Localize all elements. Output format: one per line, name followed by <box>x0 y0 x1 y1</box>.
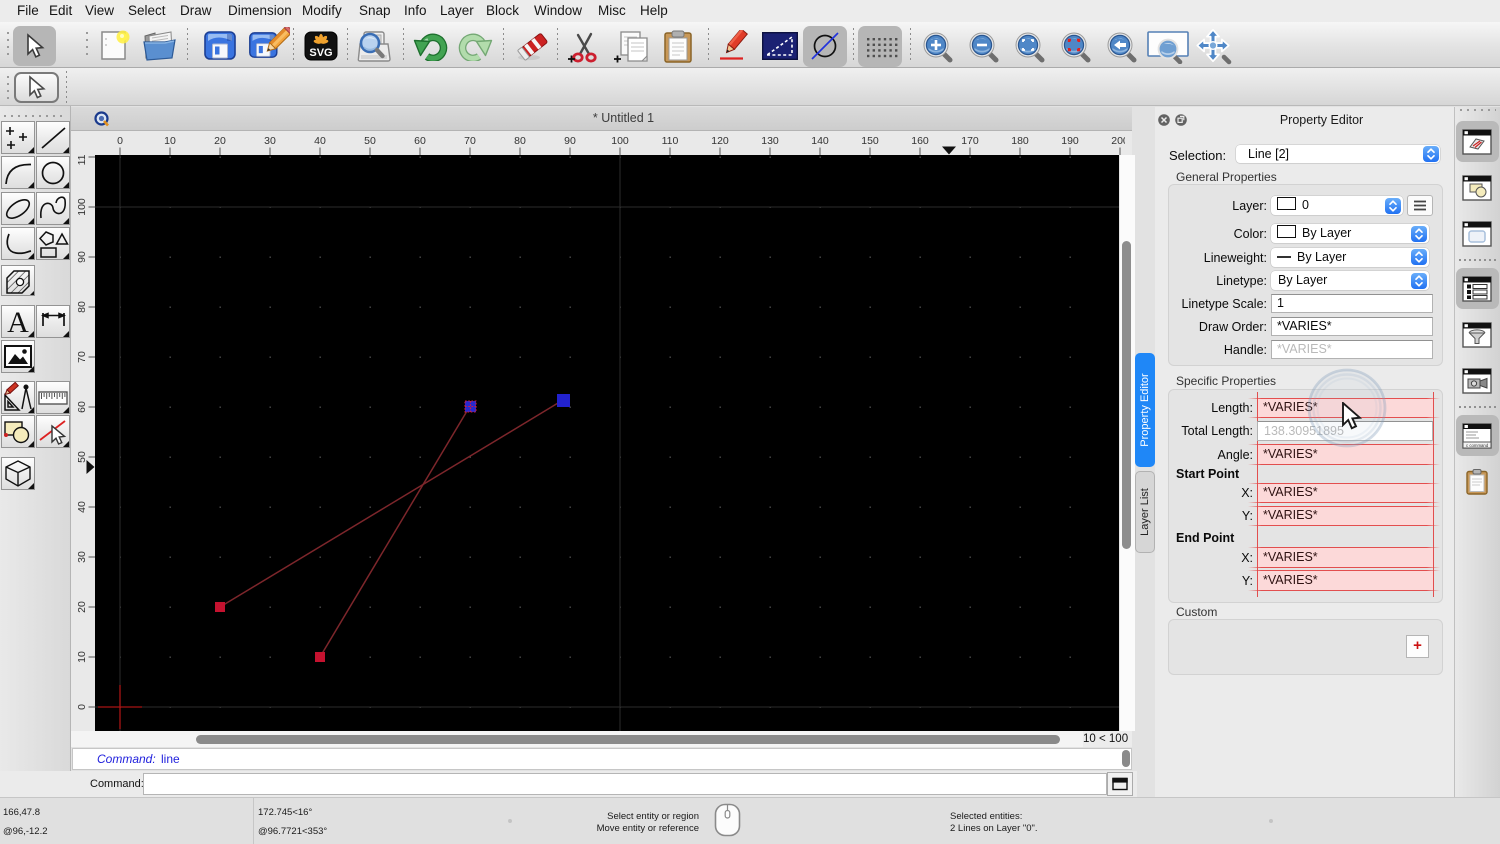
svg-text:110: 110 <box>662 135 679 147</box>
svg-text:60: 60 <box>414 135 426 147</box>
svg-text:20: 20 <box>214 135 226 147</box>
svg-text:130: 130 <box>761 135 779 147</box>
svg-text:0: 0 <box>117 135 123 147</box>
svg-text:200: 200 <box>1111 135 1125 147</box>
svg-text:100: 100 <box>611 135 629 147</box>
svg-text:100: 100 <box>76 198 88 216</box>
svg-text:170: 170 <box>961 135 979 147</box>
svg-text:190: 190 <box>1061 135 1079 147</box>
svg-text:120: 120 <box>711 135 729 147</box>
svg-text:110: 110 <box>76 155 88 165</box>
svg-text:50: 50 <box>76 451 88 463</box>
svg-text:40: 40 <box>314 135 326 147</box>
svg-text:10: 10 <box>164 135 176 147</box>
svg-text:90: 90 <box>76 251 88 263</box>
svg-text:20: 20 <box>76 601 88 613</box>
svg-text:SVG: SVG <box>309 47 332 59</box>
svg-text:90: 90 <box>564 135 576 147</box>
svg-text:180: 180 <box>1011 135 1029 147</box>
svg-text:0: 0 <box>76 704 88 710</box>
svg-text:30: 30 <box>264 135 276 147</box>
svg-text:140: 140 <box>811 135 829 147</box>
svg-text:160: 160 <box>911 135 929 147</box>
svg-text:80: 80 <box>514 135 526 147</box>
svg-text:80: 80 <box>76 301 88 313</box>
svg-text:50: 50 <box>364 135 376 147</box>
svg-text:40: 40 <box>76 501 88 513</box>
svg-text:70: 70 <box>464 135 476 147</box>
svg-text:10: 10 <box>76 651 88 663</box>
svg-text:30: 30 <box>76 551 88 563</box>
svg-text:150: 150 <box>861 135 879 147</box>
svg-text:c command: c command <box>1466 443 1489 448</box>
svg-text:70: 70 <box>76 351 88 363</box>
svg-text:A: A <box>7 306 29 337</box>
svg-text:60: 60 <box>76 401 88 413</box>
